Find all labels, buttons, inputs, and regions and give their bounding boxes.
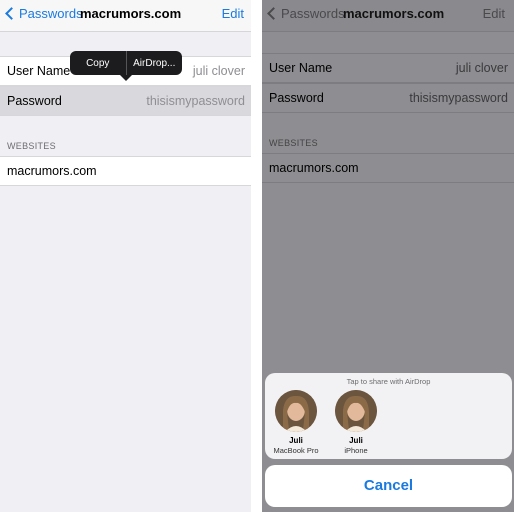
contact-device: MacBook Pro [273,446,319,455]
back-label: Passwords [19,6,83,21]
password-value: thisismypassword [409,91,508,105]
edit-button[interactable]: Edit [483,6,505,21]
airdrop-contact[interactable]: Juli MacBook Pro [266,390,326,455]
password-label: Password [7,94,62,108]
airdrop-hint: Tap to share with AirDrop [346,377,431,386]
right-screen: Passwords macrumors.com Edit User Name j… [262,0,514,512]
copy-menu-item[interactable]: Copy [70,58,126,69]
left-screen: Passwords macrumors.com Edit User Name j… [0,0,251,512]
nav-bar: Passwords macrumors.com Edit [0,0,251,32]
airdrop-share-sheet: Tap to share with AirDrop Juli MacBook P… [265,373,512,459]
screenshot-root: Passwords macrumors.com Edit User Name j… [0,0,514,512]
chevron-left-icon [267,7,280,20]
cancel-button[interactable]: Cancel [265,465,512,507]
username-label: User Name [269,61,333,75]
password-label: Password [269,91,324,105]
contact-name: Juli [349,436,363,445]
back-label: Passwords [281,6,345,21]
edit-menu-popover: Copy AirDrop... [70,51,183,81]
airdrop-contact[interactable]: Juli iPhone [326,390,386,455]
username-value: juli clover [455,61,508,75]
nav-title: macrumors.com [80,6,182,21]
contact-photo [275,390,317,432]
username-value: juli clover [192,64,245,78]
screen-divider [251,0,262,512]
username-label: User Name [7,64,71,78]
password-value: thisismypassword [146,94,245,108]
avatar [275,390,317,432]
edit-button[interactable]: Edit [222,6,244,21]
airdrop-menu-item[interactable]: AirDrop... [127,58,183,69]
password-row[interactable]: Password thisismypassword [0,86,251,116]
username-row[interactable]: User Name juli clover [262,53,514,83]
password-row[interactable]: Password thisismypassword [262,83,514,113]
chevron-left-icon [5,7,18,20]
website-label: macrumors.com [269,161,359,175]
contact-device: iPhone [344,446,368,455]
website-label: macrumors.com [7,164,97,178]
back-button[interactable]: Passwords [266,6,345,21]
websites-section-header: WEBSITES [269,138,318,148]
avatar [335,390,377,432]
back-button[interactable]: Passwords [4,6,83,21]
websites-section-header: WEBSITES [7,141,56,151]
nav-bar: Passwords macrumors.com Edit [262,0,514,32]
website-row[interactable]: macrumors.com [262,153,514,183]
website-row[interactable]: macrumors.com [0,156,251,186]
contact-name: Juli [289,436,303,445]
nav-title: macrumors.com [343,6,445,21]
contact-photo [335,390,377,432]
popover-arrow [120,75,132,81]
